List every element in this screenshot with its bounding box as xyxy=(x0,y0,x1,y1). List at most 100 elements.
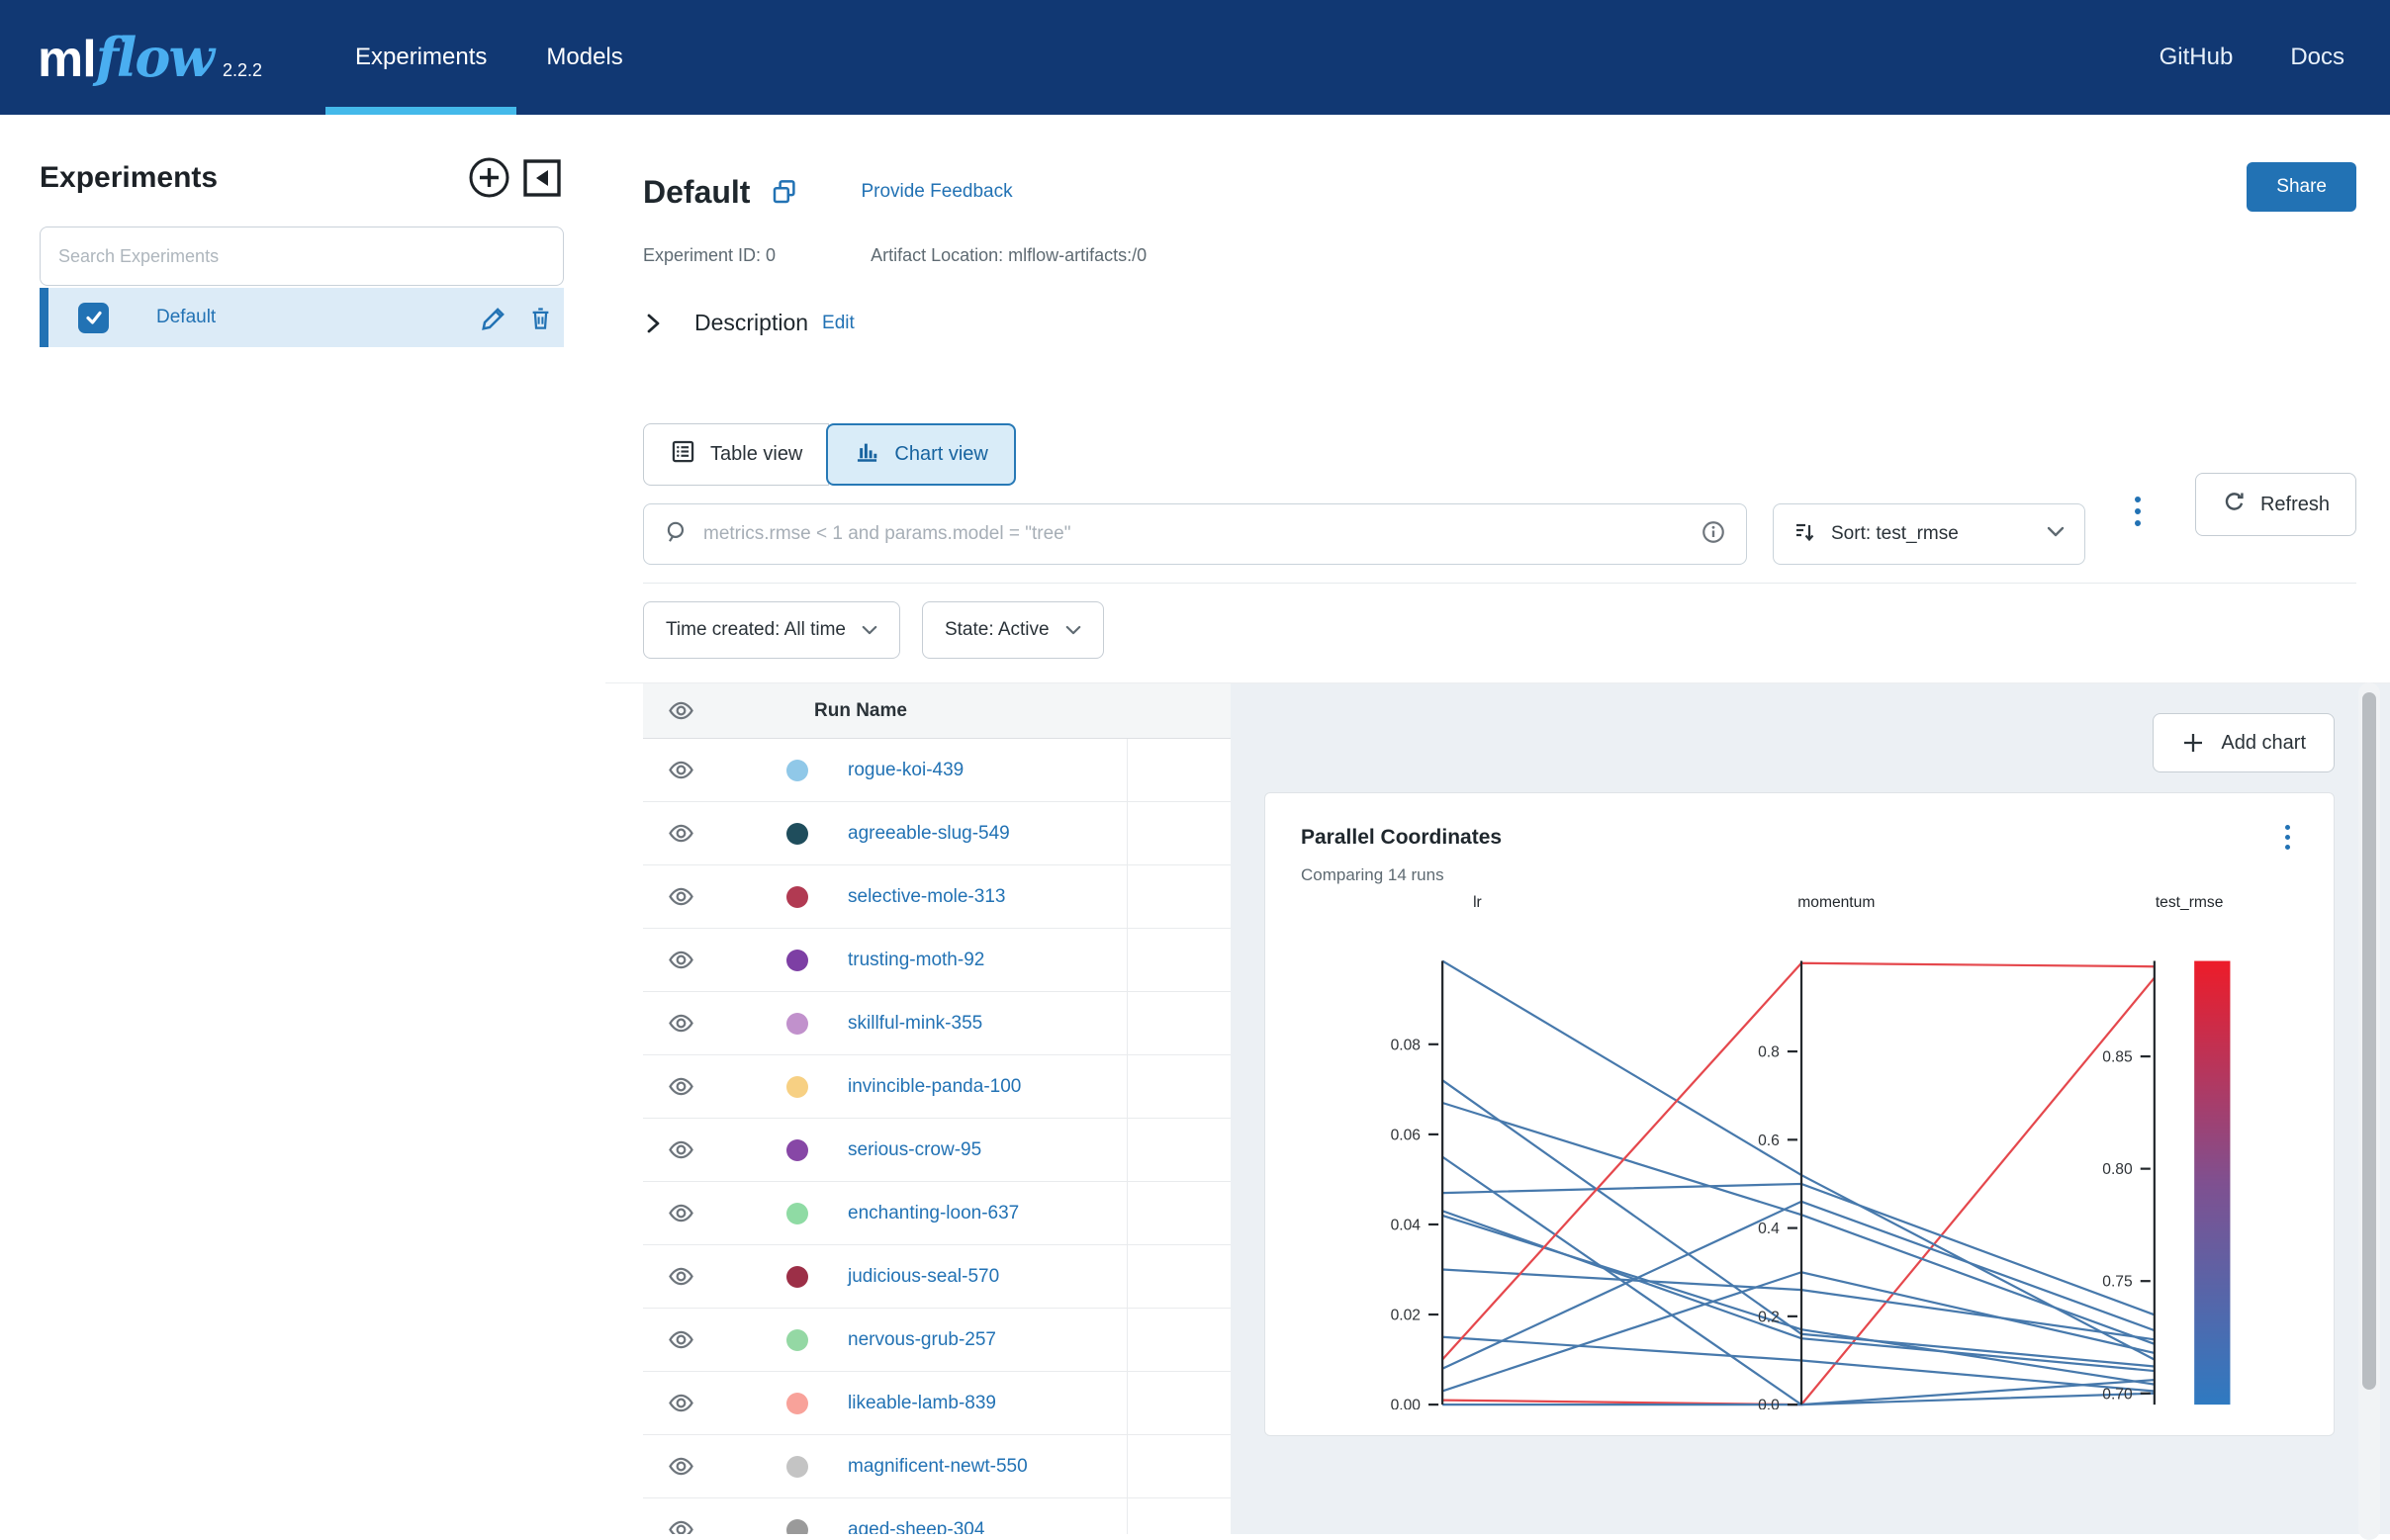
run-name-link[interactable]: invincible-panda-100 xyxy=(848,1076,1021,1098)
card-subtitle: Comparing 14 runs xyxy=(1301,865,2298,885)
run-list-row: aged-sheep-304 xyxy=(643,1498,1231,1534)
view-toggle: Table view Chart view xyxy=(643,423,2356,486)
experiments-sidebar: Experiments Default xyxy=(0,115,605,1540)
visibility-toggle-eye-icon[interactable] xyxy=(668,820,694,847)
run-name-link[interactable]: trusting-moth-92 xyxy=(848,950,984,971)
visibility-toggle-eye-icon[interactable] xyxy=(668,1073,694,1100)
chart-view-button[interactable]: Chart view xyxy=(826,423,1015,486)
chevron-down-icon xyxy=(2047,525,2065,543)
experiment-checkbox[interactable] xyxy=(78,303,109,333)
edit-experiment-icon[interactable] xyxy=(480,303,509,332)
runs-search-row: Sort: test_rmse xyxy=(643,503,2356,584)
chevron-right-icon[interactable] xyxy=(643,312,663,335)
provide-feedback-link[interactable]: Provide Feedback xyxy=(861,181,1012,203)
run-list-row: selective-mole-313 xyxy=(643,865,1231,929)
svg-text:0.06: 0.06 xyxy=(1391,1127,1421,1143)
github-link[interactable]: GitHub xyxy=(2160,44,2234,71)
copy-icon[interactable] xyxy=(770,177,799,207)
run-list-table: Run Name rogue-koi-439 agreeable-slug-549… xyxy=(643,683,1231,1534)
kebab-dot xyxy=(2285,835,2290,840)
search-experiments-input[interactable] xyxy=(40,226,564,286)
create-experiment-button[interactable] xyxy=(466,154,512,201)
share-button[interactable]: Share xyxy=(2247,162,2356,212)
sort-dropdown[interactable]: Sort: test_rmse xyxy=(1773,503,2085,565)
run-color-dot xyxy=(786,823,808,845)
plus-icon xyxy=(2181,731,2205,755)
visibility-toggle-eye-icon[interactable] xyxy=(668,1390,694,1416)
run-name-link[interactable]: judicious-seal-570 xyxy=(848,1266,999,1288)
run-list-header: Run Name xyxy=(643,683,1231,739)
main-row: Experiments Default xyxy=(0,115,2390,1540)
run-name-link[interactable]: agreeable-slug-549 xyxy=(848,823,1010,845)
visibility-header-eye-icon[interactable] xyxy=(668,697,694,724)
kebab-dot xyxy=(2135,497,2141,502)
card-options-kebab[interactable] xyxy=(2277,821,2298,854)
collapse-sidebar-button[interactable] xyxy=(520,156,564,200)
run-list-row: enchanting-loon-637 xyxy=(643,1182,1231,1245)
tab-experiments[interactable]: Experiments xyxy=(325,0,516,115)
run-list-row: invincible-panda-100 xyxy=(643,1055,1231,1119)
sidebar-header: Experiments xyxy=(40,154,564,201)
run-color-dot xyxy=(786,886,808,908)
run-color-dot xyxy=(786,1393,808,1414)
refresh-button[interactable]: Refresh xyxy=(2195,473,2356,536)
visibility-toggle-eye-icon[interactable] xyxy=(668,947,694,973)
parallel-coordinates-chart: lr0.080.060.040.020.00momentum0.80.60.40… xyxy=(1301,891,2298,1409)
runs-workspace: Run Name rogue-koi-439 agreeable-slug-549… xyxy=(605,682,2390,1534)
runs-filter-input[interactable] xyxy=(703,523,1687,545)
description-label: Description xyxy=(694,310,808,336)
visibility-toggle-eye-icon[interactable] xyxy=(668,1326,694,1353)
run-list-rows: rogue-koi-439 agreeable-slug-549 selective… xyxy=(643,739,1231,1534)
visibility-toggle-eye-icon[interactable] xyxy=(668,757,694,783)
run-name-link[interactable]: skillful-mink-355 xyxy=(848,1013,982,1035)
delete-experiment-icon[interactable] xyxy=(527,305,554,331)
description-edit-link[interactable]: Edit xyxy=(822,313,855,334)
visibility-toggle-eye-icon[interactable] xyxy=(668,1453,694,1480)
mlflow-logo[interactable]: mlflow 2.2.2 xyxy=(38,26,262,89)
visibility-toggle-eye-icon[interactable] xyxy=(668,1010,694,1037)
run-name-link[interactable]: magnificent-newt-550 xyxy=(848,1456,1028,1478)
sidebar-item-default[interactable]: Default xyxy=(40,288,564,347)
run-name-link[interactable]: rogue-koi-439 xyxy=(848,760,964,781)
table-view-label: Table view xyxy=(710,443,802,466)
state-filter[interactable]: State: Active xyxy=(922,601,1104,659)
visibility-toggle-eye-icon[interactable] xyxy=(668,1136,694,1163)
run-name-link[interactable]: serious-crow-95 xyxy=(848,1139,981,1161)
scrollbar-thumb[interactable] xyxy=(2362,692,2376,1390)
chevron-down-icon xyxy=(1065,625,1081,636)
experiment-meta-row: Experiment ID: 0 Artifact Location: mlfl… xyxy=(643,245,2356,266)
nav-spacer xyxy=(653,0,2160,115)
time-created-filter[interactable]: Time created: All time xyxy=(643,601,900,659)
run-name-link[interactable]: nervous-grub-257 xyxy=(848,1329,996,1351)
run-list-row: rogue-koi-439 xyxy=(643,739,1231,802)
run-color-dot xyxy=(786,760,808,781)
tab-models[interactable]: Models xyxy=(516,0,652,115)
run-name-link[interactable]: aged-sheep-304 xyxy=(848,1519,984,1535)
info-icon[interactable] xyxy=(1701,519,1726,550)
run-name-link[interactable]: enchanting-loon-637 xyxy=(848,1203,1019,1224)
docs-link[interactable]: Docs xyxy=(2290,44,2344,71)
svg-text:0.75: 0.75 xyxy=(2102,1274,2133,1291)
filters-row: Time created: All time State: Active xyxy=(643,601,2356,659)
svg-text:0.8: 0.8 xyxy=(1758,1044,1780,1061)
add-chart-button[interactable]: Add chart xyxy=(2153,713,2335,772)
sort-label: Sort: test_rmse xyxy=(1831,523,2033,545)
run-list-row: judicious-seal-570 xyxy=(643,1245,1231,1309)
run-color-dot xyxy=(786,1519,808,1535)
run-list-row: serious-crow-95 xyxy=(643,1119,1231,1182)
run-list-row: magnificent-newt-550 xyxy=(643,1435,1231,1498)
table-view-button[interactable]: Table view xyxy=(643,423,829,486)
experiment-actions xyxy=(480,303,554,332)
visibility-toggle-eye-icon[interactable] xyxy=(668,1200,694,1226)
table-view-icon xyxy=(670,438,696,471)
more-options-kebab[interactable] xyxy=(2131,493,2145,530)
run-name-link[interactable]: likeable-lamb-839 xyxy=(848,1393,996,1414)
run-color-dot xyxy=(786,1203,808,1224)
visibility-toggle-eye-icon[interactable] xyxy=(668,1263,694,1290)
visibility-toggle-eye-icon[interactable] xyxy=(668,1516,694,1534)
experiment-id-label: Experiment ID: 0 xyxy=(643,245,776,266)
run-name-link[interactable]: selective-mole-313 xyxy=(848,886,1005,908)
logo-ml: ml xyxy=(38,30,96,89)
visibility-toggle-eye-icon[interactable] xyxy=(668,883,694,910)
refresh-label: Refresh xyxy=(2260,494,2330,516)
